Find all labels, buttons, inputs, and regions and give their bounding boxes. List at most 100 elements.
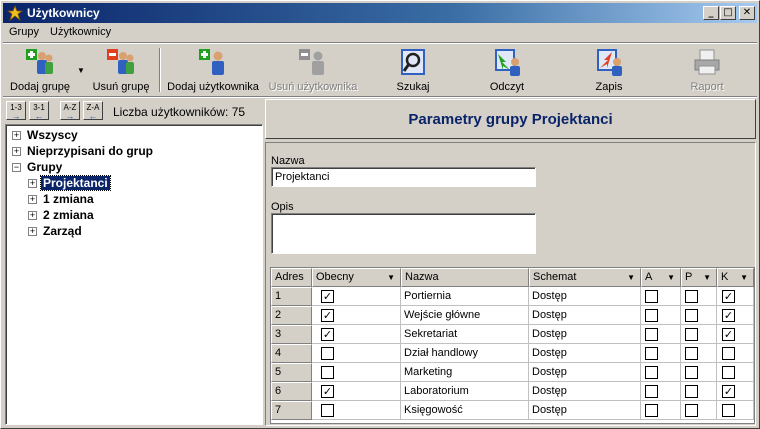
cell-nazwa[interactable]: Dział handlowy [401,344,529,363]
cell-schemat[interactable]: Dostęp [529,401,641,420]
p-checkbox[interactable] [685,347,698,360]
search-button[interactable]: Szukaj [385,44,441,96]
a-checkbox[interactable] [645,385,658,398]
tree-node-grupy[interactable]: − Grupy [12,160,64,176]
a-checkbox[interactable] [645,404,658,417]
cell-schemat[interactable]: Dostęp [529,325,641,344]
cell-obecny[interactable]: ✓ [312,382,401,401]
chevron-down-icon[interactable]: ▼ [627,269,635,286]
k-checkbox[interactable]: ✓ [722,328,735,341]
cell-k[interactable] [717,344,754,363]
report-button[interactable]: Raport [679,44,735,96]
cell-obecny[interactable]: ✓ [312,306,401,325]
tree-node-zarzad[interactable]: + Zarząd [28,224,84,240]
cell-p[interactable] [681,401,717,420]
cell-schemat[interactable]: Dostęp [529,306,641,325]
tree-node-projektanci[interactable]: + Projektanci [28,175,111,192]
cell-p[interactable] [681,363,717,382]
a-checkbox[interactable] [645,290,658,303]
write-button[interactable]: Zapis [581,44,637,96]
cell-schemat[interactable]: Dostęp [529,344,641,363]
obecny-checkbox[interactable] [321,404,334,417]
obecny-checkbox[interactable] [321,347,334,360]
cell-nazwa[interactable]: Laboratorium [401,382,529,401]
add-group-button[interactable]: Dodaj grupę [5,44,75,96]
remove-group-button[interactable]: Usuń grupę [89,44,153,96]
cell-p[interactable] [681,382,717,401]
k-checkbox[interactable]: ✓ [722,309,735,322]
name-input[interactable] [271,167,536,187]
chevron-down-icon[interactable]: ▼ [77,66,85,75]
k-checkbox[interactable]: ✓ [722,290,735,303]
expand-icon[interactable]: + [28,195,37,205]
tree-node-1-zmiana[interactable]: +1 zmiana [28,192,96,208]
obecny-checkbox[interactable]: ✓ [321,385,334,398]
a-checkbox[interactable] [645,366,658,379]
row-header[interactable]: 1 [271,287,312,306]
cell-schemat[interactable]: Dostęp [529,382,641,401]
k-checkbox[interactable] [722,366,735,379]
expand-icon[interactable]: + [12,131,21,141]
cell-a[interactable] [641,401,681,420]
sort-alpha-desc-button[interactable]: Z-A ← [83,101,103,121]
expand-icon[interactable]: + [12,147,21,157]
cell-k[interactable] [717,363,754,382]
column-header-a[interactable]: A ▼ [641,268,681,287]
row-header[interactable]: 3 [271,325,312,344]
sort-number-desc-button[interactable]: 3-1 ← [29,101,49,121]
cell-obecny[interactable] [312,401,401,420]
chevron-down-icon[interactable]: ▼ [387,269,395,286]
column-header-obecny[interactable]: Obecny ▼ [312,268,401,287]
a-checkbox[interactable] [645,309,658,322]
minimize-button[interactable]: _ [703,6,719,20]
close-button[interactable]: ✕ [739,6,755,20]
cell-p[interactable] [681,287,717,306]
p-checkbox[interactable] [685,385,698,398]
expand-icon[interactable]: + [28,211,37,221]
tree-node-nieprzypisani[interactable]: + Nieprzypisani do grup [12,144,155,160]
p-checkbox[interactable] [685,290,698,303]
cell-k[interactable]: ✓ [717,287,754,306]
p-checkbox[interactable] [685,328,698,341]
cell-p[interactable] [681,306,717,325]
p-checkbox[interactable] [685,309,698,322]
cell-nazwa[interactable]: Sekretariat [401,325,529,344]
sort-alpha-asc-button[interactable]: A-Z → [60,101,80,121]
cell-obecny[interactable]: ✓ [312,325,401,344]
expand-icon[interactable]: + [28,227,37,237]
maximize-button[interactable]: □ [720,6,736,20]
cell-a[interactable] [641,363,681,382]
column-header-k[interactable]: K ▼ [717,268,754,287]
row-header[interactable]: 6 [271,382,312,401]
cell-k[interactable] [717,401,754,420]
menu-uzytkownicy[interactable]: Użytkownicy [50,26,111,38]
obecny-checkbox[interactable]: ✓ [321,309,334,322]
cell-obecny[interactable] [312,363,401,382]
remove-user-button[interactable]: Usuń użytkownika [265,44,361,96]
tree-node-2-zmiana[interactable]: +2 zmiana [28,208,96,224]
collapse-icon[interactable]: − [12,163,21,173]
title-bar[interactable]: Użytkownicy _ □ ✕ [3,3,757,23]
cell-a[interactable] [641,287,681,306]
cell-p[interactable] [681,344,717,363]
cell-nazwa[interactable]: Wejście główne [401,306,529,325]
access-grid[interactable]: Adres Obecny ▼ Nazwa Schemat ▼ A ▼ P ▼ K ▼ 1 ✓… [270,267,755,424]
row-header[interactable]: 4 [271,344,312,363]
cell-schemat[interactable]: Dostęp [529,363,641,382]
chevron-down-icon[interactable]: ▼ [740,269,748,286]
cell-k[interactable]: ✓ [717,306,754,325]
cell-obecny[interactable]: ✓ [312,287,401,306]
cell-k[interactable]: ✓ [717,325,754,344]
cell-nazwa[interactable]: Księgowość [401,401,529,420]
group-tree[interactable]: + Wszyscy + Nieprzypisani do grup − Grupy +… [5,124,263,425]
k-checkbox[interactable]: ✓ [722,385,735,398]
tree-node-wszyscy[interactable]: + Wszyscy [12,128,80,144]
description-input[interactable] [271,213,536,254]
cell-a[interactable] [641,344,681,363]
expand-icon[interactable]: + [28,179,37,189]
cell-nazwa[interactable]: Marketing [401,363,529,382]
cell-obecny[interactable] [312,344,401,363]
obecny-checkbox[interactable]: ✓ [321,290,334,303]
column-header-nazwa[interactable]: Nazwa [401,268,529,287]
p-checkbox[interactable] [685,366,698,379]
